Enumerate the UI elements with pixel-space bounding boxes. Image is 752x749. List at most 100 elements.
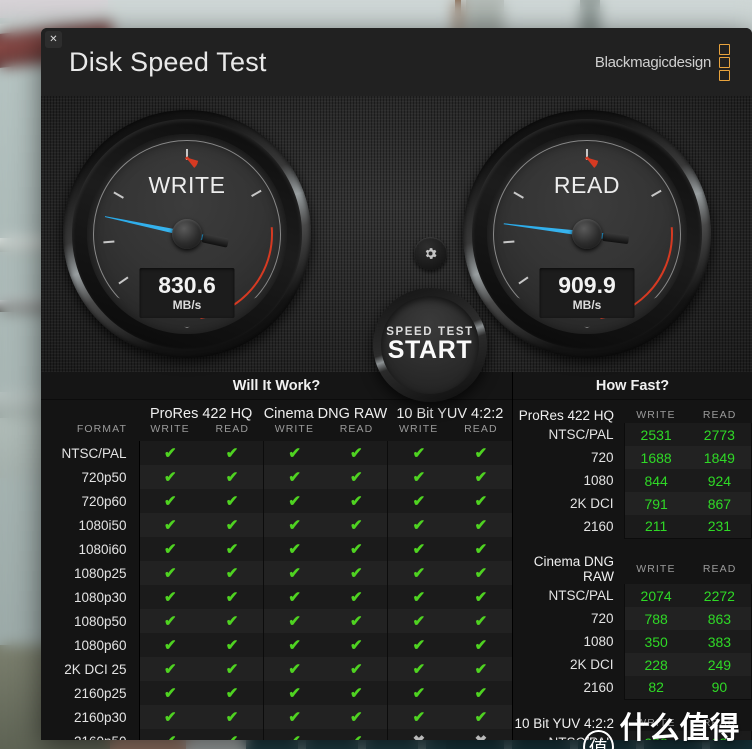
check-icon: ✔ xyxy=(449,633,512,657)
check-icon: ✔ xyxy=(262,441,326,465)
format-cell: 1080i50 xyxy=(41,513,140,537)
format-cell: 2K DCI 25 xyxy=(41,657,140,681)
check-icon: ✔ xyxy=(325,489,388,513)
read-gauge-face: READ 909.9 MB/s xyxy=(487,134,687,334)
check-icon: ✔ xyxy=(449,441,512,465)
cross-icon: ✖ xyxy=(387,729,450,740)
format-cell: 2160p25 xyxy=(41,681,140,705)
resolution-cell: NTSC/PAL xyxy=(548,427,614,442)
subheader-yuv-read: READ xyxy=(449,423,512,441)
will-it-work-head: FORMAT ProRes 422 HQ Cinema DNG RAW 10 B… xyxy=(41,400,512,441)
write-value: 830.6 xyxy=(158,271,216,298)
group-header-dng: Cinema DNG RAW xyxy=(263,400,388,423)
read-speed-cell: 231 xyxy=(687,515,752,539)
read-speed-cell: 867 xyxy=(687,492,752,515)
resolution-cell: 2K DCI xyxy=(570,657,614,672)
speed-test-start-button[interactable]: SPEED TEST START xyxy=(373,288,487,402)
format-cell: 1080p30 xyxy=(41,585,140,609)
gear-icon-glyph xyxy=(425,248,437,259)
format-column-header: FORMAT xyxy=(41,400,139,441)
table-row: 1080p60 ✔ ✔ ✔ ✔ ✔ ✔ xyxy=(41,633,512,657)
blackmagic-logo-icon xyxy=(719,43,730,81)
check-icon: ✔ xyxy=(262,465,326,489)
check-icon: ✔ xyxy=(201,513,264,537)
table-row: 720 1688 1849 xyxy=(513,446,752,469)
check-icon: ✔ xyxy=(201,441,264,465)
check-icon: ✔ xyxy=(387,561,450,585)
page-title: Disk Speed Test xyxy=(69,46,267,77)
check-icon: ✔ xyxy=(201,705,264,729)
write-speed-cell: 350 xyxy=(623,630,688,653)
check-icon: ✔ xyxy=(449,561,512,585)
resolution-cell: NTSC/PAL xyxy=(513,731,624,740)
read-speed-cell: 1849 xyxy=(687,446,752,469)
check-icon: ✔ xyxy=(262,633,326,657)
check-icon: ✔ xyxy=(262,561,326,585)
read-speed-cell: 383 xyxy=(687,630,752,653)
check-icon: ✔ xyxy=(325,657,388,681)
check-icon: ✔ xyxy=(139,681,202,705)
check-icon: ✔ xyxy=(449,585,512,609)
write-speed-cell: 788 xyxy=(623,607,688,630)
write-gauge-face: WRITE 830.6 MB/s xyxy=(87,134,287,334)
check-icon: ✔ xyxy=(449,513,512,537)
format-cell: 1080p60 xyxy=(41,633,140,657)
subheader-prores-write: WRITE xyxy=(139,423,202,441)
check-icon: ✔ xyxy=(387,489,450,513)
format-cell: 720p60 xyxy=(41,489,140,513)
check-icon: ✔ xyxy=(262,513,326,537)
check-icon: ✔ xyxy=(139,729,202,740)
check-icon: ✔ xyxy=(449,489,512,513)
table-row: NTSC/PAL 2074 2272 xyxy=(513,584,752,607)
check-icon: ✔ xyxy=(325,633,388,657)
check-icon: ✔ xyxy=(325,465,388,489)
codec-header-row: Cinema DNG RAW WRITE READ xyxy=(513,547,752,584)
format-cell: 1080p50 xyxy=(41,609,140,633)
how-fast-title: How Fast? xyxy=(513,372,752,400)
will-it-work-table: FORMAT ProRes 422 HQ Cinema DNG RAW 10 B… xyxy=(41,400,512,740)
resolution-cell: 720 xyxy=(590,611,614,626)
close-button[interactable]: ✕ xyxy=(45,31,62,48)
results-panels: Will It Work? FORMAT ProRes 422 HQ Cinem… xyxy=(41,372,752,740)
check-icon: ✔ xyxy=(449,657,512,681)
check-icon: ✔ xyxy=(325,585,388,609)
table-row: 1080p30 ✔ ✔ ✔ ✔ ✔ ✔ xyxy=(41,585,512,609)
codec-header-row: ProRes 422 HQ WRITE READ xyxy=(513,400,752,423)
check-icon: ✔ xyxy=(325,561,388,585)
read-speed-cell: 863 xyxy=(687,607,752,630)
group-header-prores: ProRes 422 HQ xyxy=(139,400,264,423)
check-icon: ✔ xyxy=(262,681,326,705)
how-fast-table: ProRes 422 HQ WRITE READ NTSC/PAL 2531 2773 72… xyxy=(513,400,752,740)
gear-icon[interactable] xyxy=(414,237,447,270)
check-icon: ✔ xyxy=(139,633,202,657)
check-icon: ✔ xyxy=(139,705,202,729)
write-gauge-hub xyxy=(172,219,202,249)
table-row: 720p50 ✔ ✔ ✔ ✔ ✔ ✔ xyxy=(41,465,512,489)
write-gauge: WRITE 830.6 MB/s xyxy=(63,110,311,358)
read-speed-cell: 924 xyxy=(687,469,752,492)
resolution-cell: 1080 xyxy=(583,634,614,649)
check-icon: ✔ xyxy=(325,705,388,729)
check-icon: ✔ xyxy=(262,585,326,609)
check-icon: ✔ xyxy=(387,705,450,729)
write-speed-cell: 211 xyxy=(623,515,688,539)
format-cell: 2160p50 xyxy=(41,729,140,740)
resolution-cell: 2K DCI xyxy=(570,496,614,511)
check-icon: ✔ xyxy=(449,537,512,561)
disk-speed-test-window: ✕ Disk Speed Test Blackmagicdesign WRITE… xyxy=(41,28,752,740)
check-icon: ✔ xyxy=(387,633,450,657)
table-row: 1080p25 ✔ ✔ ✔ ✔ ✔ ✔ xyxy=(41,561,512,585)
brand: Blackmagicdesign xyxy=(595,43,730,81)
gauges-panel: WRITE 830.6 MB/s SPEED TEST START READ 9… xyxy=(41,96,752,402)
table-row: 1080 844 924 xyxy=(513,469,752,492)
check-icon: ✔ xyxy=(201,729,264,740)
check-icon: ✔ xyxy=(139,513,202,537)
section-spacer xyxy=(513,538,752,547)
table-row: 1080i60 ✔ ✔ ✔ ✔ ✔ ✔ xyxy=(41,537,512,561)
check-icon: ✔ xyxy=(201,489,264,513)
write-speed-cell: 2531 xyxy=(623,423,688,446)
read-speed-cell: 2272 xyxy=(687,584,752,607)
read-column-header: READ xyxy=(702,717,737,729)
check-icon: ✔ xyxy=(201,681,264,705)
check-icon: ✔ xyxy=(262,729,326,740)
